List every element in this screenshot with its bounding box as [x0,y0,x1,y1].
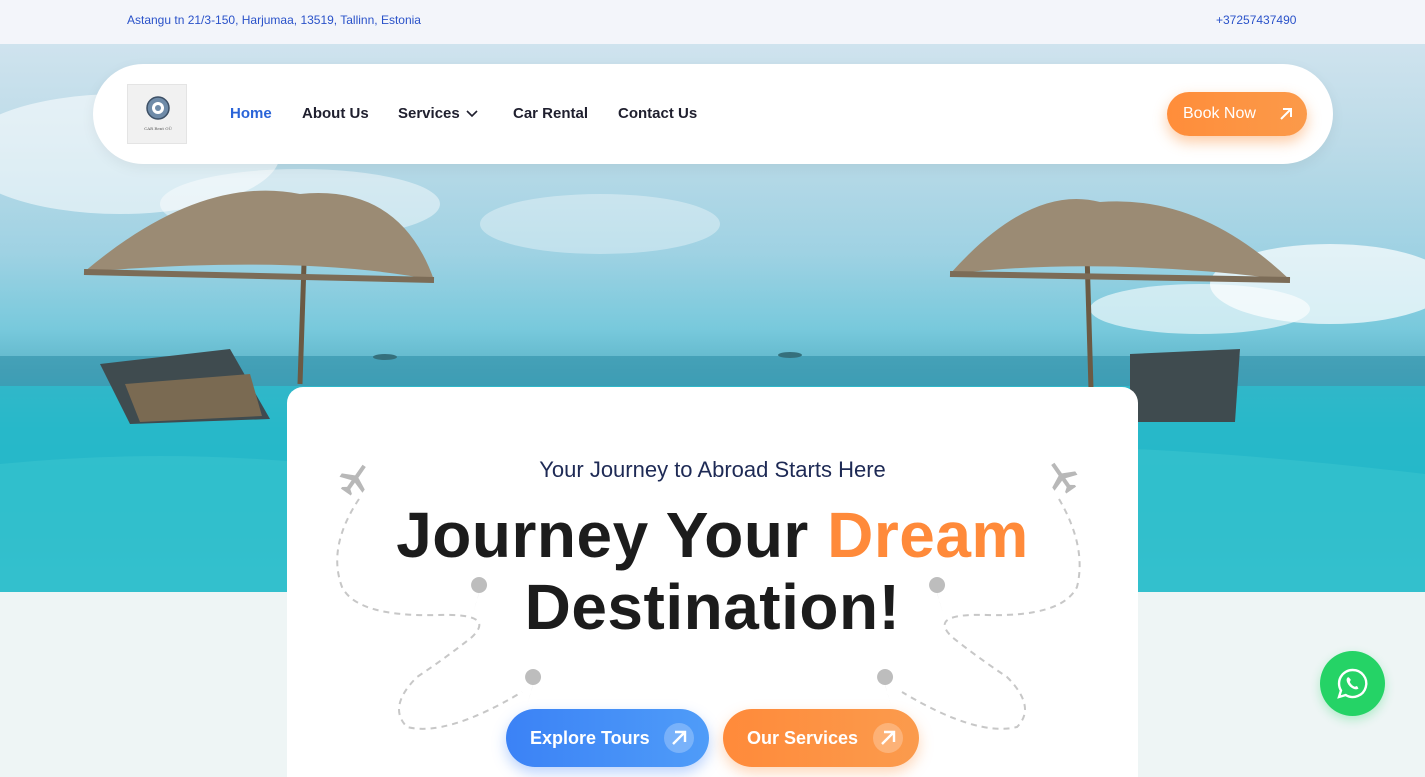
hero-subtitle: Your Journey to Abroad Starts Here [539,457,886,482]
address-text: Astangu tn 21/3-150, Harjumaa, 13519, Ta… [127,13,421,27]
arrow-up-right-icon [664,723,694,753]
hero-headline: Journey Your Dream Destination! [287,499,1138,643]
phone-link[interactable]: +37257437490 [1216,13,1296,27]
company-logo[interactable]: CAR Rent OÜ [127,84,187,144]
book-now-button[interactable]: Book Now [1167,92,1307,136]
explore-tours-label: Explore Tours [530,728,650,748]
whatsapp-icon [1337,668,1368,699]
main-navbar: CAR Rent OÜ Home About Us Services Car R… [93,64,1333,164]
explore-tours-button[interactable]: Explore Tours [506,709,709,767]
headline-part2: Destination! [524,571,901,643]
nav-about-us[interactable]: About Us [302,105,369,122]
arrow-up-right-icon [1280,108,1292,120]
nav-contact-us[interactable]: Contact Us [618,105,697,122]
logo-emblem-icon [146,96,170,120]
hero-card: Your Journey to Abroad Starts Here Journ… [287,387,1138,777]
headline-accent: Dream [827,499,1029,571]
headline-part1: Journey Your [396,499,809,571]
our-services-label: Our Services [747,728,859,748]
arrow-up-right-icon [873,723,903,753]
nav-car-rental[interactable]: Car Rental [513,105,588,122]
nav-home[interactable]: Home [230,105,272,122]
our-services-button[interactable]: Our Services [723,709,919,767]
whatsapp-button[interactable] [1320,651,1385,716]
nav-services[interactable]: Services [398,105,478,122]
book-now-label: Book Now [1183,105,1256,122]
nav-services-label: Services [398,105,460,122]
top-info-bar: Astangu tn 21/3-150, Harjumaa, 13519, Ta… [0,0,1425,44]
logo-text: CAR Rent OÜ [144,126,172,131]
chevron-down-icon [466,110,478,118]
